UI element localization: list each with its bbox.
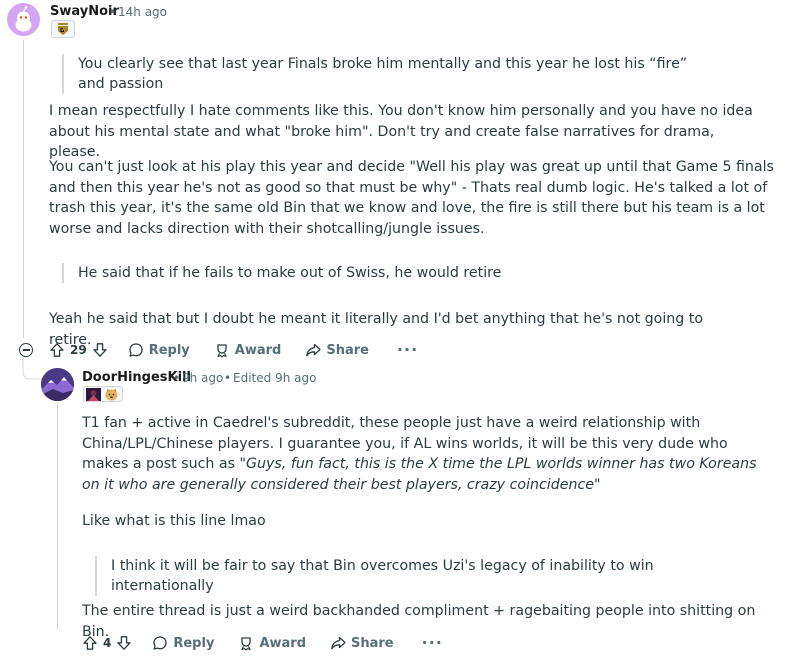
time-separator: • [109, 5, 117, 19]
share-label: Share [351, 635, 394, 651]
avatar[interactable] [7, 3, 40, 36]
comment-paragraph: Like what is this line lmao [82, 513, 266, 529]
champion-portrait-icon [86, 387, 101, 401]
downvote-button[interactable] [112, 631, 140, 655]
upvote-button[interactable] [74, 631, 102, 655]
share-button[interactable]: Share [297, 338, 377, 362]
share-label: Share [326, 342, 369, 358]
vote-count: 4 [103, 636, 112, 650]
comment-paragraph: You can't just look at his play this yea… [49, 159, 774, 237]
award-label: Award [234, 342, 282, 358]
comment-bubble-icon [153, 636, 168, 650]
award-label: Award [259, 635, 306, 651]
award-icon [241, 637, 252, 651]
blockquote: He said that if he fails to make out of … [62, 263, 578, 283]
time-separator: • [173, 371, 181, 385]
comment-paragraph: I mean respectfully I hate comments like… [49, 103, 753, 160]
thread-line[interactable] [57, 405, 58, 630]
timestamp[interactable]: 14h ago [118, 5, 167, 19]
edited-timestamp: Edited 9h ago [233, 371, 317, 385]
upvote-icon [50, 343, 64, 357]
comment-action-bar: 29 Reply Award Share ··· [41, 338, 426, 362]
more-options-button[interactable]: ··· [389, 342, 426, 358]
user-flair [83, 386, 123, 402]
award-button[interactable]: Award [206, 338, 290, 362]
avatar[interactable] [41, 368, 74, 401]
reply-label: Reply [173, 635, 215, 651]
award-button[interactable]: Award [230, 631, 314, 655]
collapse-thread-button[interactable] [19, 343, 33, 357]
comment-action-bar: 4 Reply Award Share ··· [74, 631, 451, 655]
blockquote: You clearly see that last year Finals br… [62, 54, 718, 94]
gen-g-badge-icon [58, 23, 68, 35]
share-icon [331, 636, 346, 650]
downvote-icon [117, 636, 132, 650]
more-options-button[interactable]: ··· [414, 635, 451, 651]
reply-label: Reply [148, 342, 190, 358]
thread-line[interactable] [23, 40, 24, 338]
blockquote: I think it will be fair to say that Bin … [95, 556, 751, 596]
reply-button[interactable]: Reply [120, 338, 198, 362]
edited-separator: • [224, 371, 232, 385]
share-icon [306, 343, 321, 357]
mountain-avatar-icon [41, 368, 74, 401]
reply-button[interactable]: Reply [144, 631, 222, 655]
comment-paragraph: T1 fan + active in Caedrel's subreddit, … [82, 413, 772, 495]
share-button[interactable]: Share [322, 631, 402, 655]
vote-count: 29 [70, 343, 87, 357]
award-icon [217, 344, 227, 358]
comment-bubble-icon [129, 343, 143, 357]
upvote-icon [83, 636, 97, 650]
snoo-avatar-icon [15, 6, 32, 32]
user-flair [51, 20, 75, 38]
doge-emote-icon [104, 387, 119, 401]
timestamp[interactable]: 9h ago [182, 371, 223, 385]
downvote-button[interactable] [88, 338, 116, 362]
downvote-icon [93, 343, 107, 357]
